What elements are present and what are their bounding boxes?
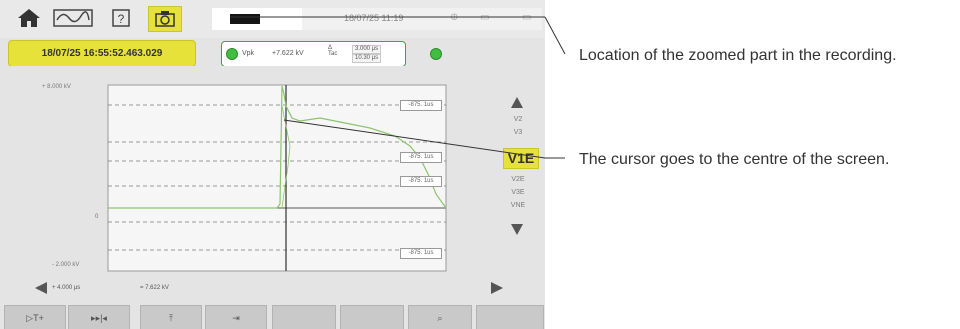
fn-zoom-button[interactable]: ⌕ [408, 305, 472, 329]
right-cursor-label: -875. 1us [400, 176, 442, 187]
right-cursor-label: -875. 1us [400, 248, 442, 259]
home-icon[interactable] [14, 6, 44, 30]
help-icon[interactable]: ? [110, 6, 132, 30]
zoomed-section-marker [230, 14, 260, 24]
measurement-box[interactable]: Vpk +7.622 kV Δ Tac 3.000 μs 10.30 μs [221, 41, 406, 67]
measurement-param: Vpk [242, 50, 255, 57]
channel-item-v2[interactable]: V2 [506, 116, 530, 123]
channel-up-arrow-icon[interactable] [510, 96, 524, 110]
bottom-time-readout: + 4.000 μs [52, 285, 81, 291]
channel-indicator-icon [226, 48, 238, 60]
recording-timestamp: 18/07/25 16:55:52.463.029 [8, 40, 196, 67]
measurement-delta: Δ Tac [328, 45, 338, 57]
fn-trigger-button[interactable]: ▷T+ [4, 305, 66, 329]
fn-export-button[interactable]: ⤒ [140, 305, 202, 329]
right-cursor-label: -875. 1us [400, 152, 442, 163]
scroll-right-arrow-icon[interactable] [490, 281, 504, 295]
y-zero-label: 0 [95, 214, 99, 220]
zoom-location-indicator [212, 8, 302, 30]
fn-empty-button[interactable] [340, 305, 404, 329]
svg-text:?: ? [118, 12, 125, 26]
measurement-value: +7.622 kV [272, 50, 304, 57]
channel-item-v2e[interactable]: V2E [506, 176, 530, 183]
bottom-value-readout: = 7.622 kV [140, 285, 169, 291]
fn-empty-button[interactable] [272, 305, 336, 329]
channel-down-arrow-icon[interactable] [510, 222, 524, 236]
scroll-left-arrow-icon[interactable] [34, 281, 48, 295]
y-bottom-label: - 2.000 kV [52, 262, 80, 268]
fn-zoom-fit-button[interactable]: ▸▸|◂ [68, 305, 130, 329]
time-base-1: 3.000 μs [352, 45, 382, 54]
storage-icon: ▭ [480, 12, 490, 23]
right-cursor-label: -875. 1us [400, 100, 442, 111]
callout-cursor-centre: The cursor goes to the centre of the scr… [579, 151, 890, 168]
sync-icon: ⊕ [450, 12, 459, 23]
y-top-label: + 8.000 kV [42, 84, 71, 90]
channel-item-vne[interactable]: VNE [506, 202, 530, 209]
function-key-bar: ▷T+ ▸▸|◂ ⤒ ⇥ ⌕ [0, 305, 545, 329]
channel-item-v3[interactable]: V3 [506, 129, 530, 136]
status-ok-icon [430, 48, 442, 60]
waveform-plot [0, 66, 545, 286]
battery-icon: ▭ [522, 12, 532, 23]
waveform-mode-icon[interactable] [50, 6, 96, 30]
channel-item-v3e[interactable]: V3E [506, 189, 530, 196]
top-toolbar: ? 18/07/25 11:19 ⊕ ▭ ▭ [0, 0, 545, 38]
time-base-2: 10.30 μs [352, 54, 382, 63]
status-bar: 18/07/25 11:19 ⊕ ▭ ▭ [212, 8, 542, 30]
channel-selected-v1e[interactable]: V1E [503, 148, 539, 169]
fn-empty-button[interactable] [476, 305, 544, 329]
analyzer-screen: ? 18/07/25 11:19 ⊕ ▭ ▭ 18/07/25 16:55:52… [0, 0, 545, 329]
status-datetime: 18/07/25 11:19 [344, 13, 404, 23]
fn-goto-button[interactable]: ⇥ [205, 305, 267, 329]
callout-zoom-location: Location of the zoomed part in the recor… [579, 47, 897, 64]
camera-icon[interactable] [148, 6, 182, 32]
